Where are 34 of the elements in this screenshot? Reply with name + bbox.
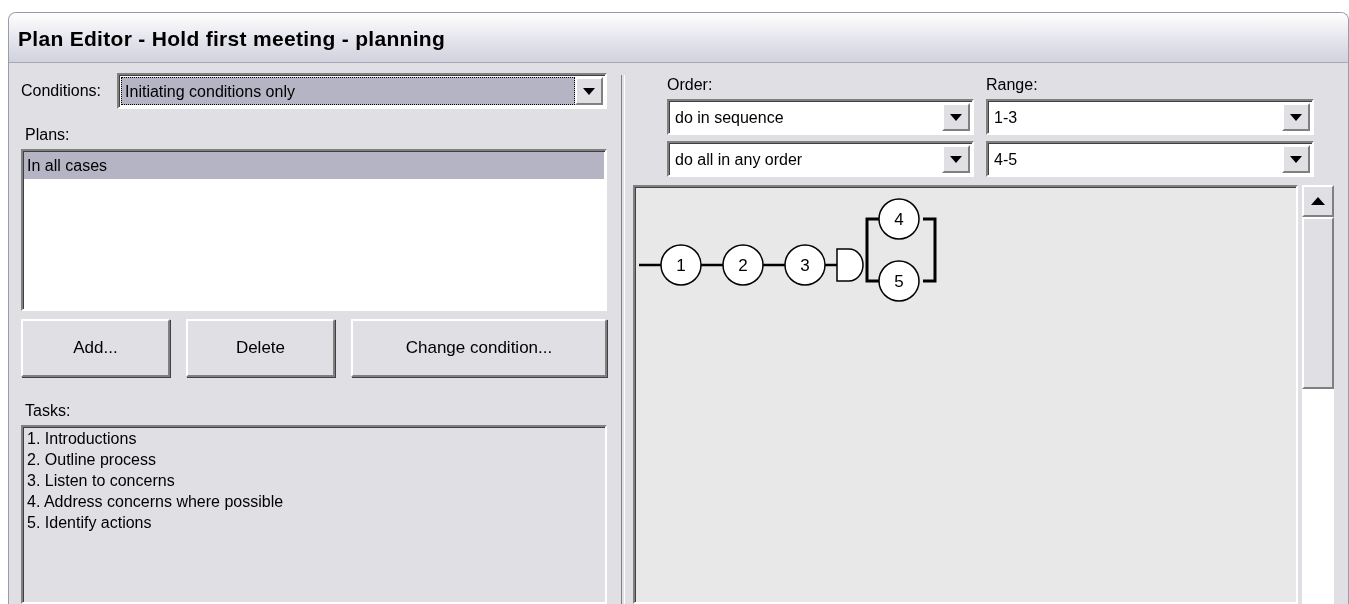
task-node: 2 xyxy=(722,244,764,286)
order-dropdown[interactable]: do in sequence xyxy=(667,99,974,135)
delete-button[interactable]: Delete xyxy=(185,319,335,377)
connector-line xyxy=(701,263,723,267)
plans-label: Plans: xyxy=(25,125,71,145)
connector-line xyxy=(763,263,785,267)
task-node: 3 xyxy=(784,244,826,286)
range-label: Range: xyxy=(986,75,1039,95)
scroll-thumb[interactable] xyxy=(1302,217,1334,389)
dropdown-arrow-icon xyxy=(1290,155,1302,163)
up-arrow-icon xyxy=(1311,197,1325,205)
order-label: Order: xyxy=(667,75,714,95)
order-dropdown[interactable]: do all in any order xyxy=(667,141,974,177)
change-condition-button[interactable]: Change condition... xyxy=(350,319,607,377)
connector-line xyxy=(639,263,661,267)
dropdown-arrow-icon xyxy=(583,87,595,95)
dropdown-arrow-icon xyxy=(950,155,962,163)
task-node: 5 xyxy=(878,260,920,302)
tasks-label: Tasks: xyxy=(25,401,72,421)
task-node: 4 xyxy=(878,198,920,240)
dropdown-arrow-icon xyxy=(1290,113,1302,121)
dropdown-arrow-icon xyxy=(950,113,962,121)
range-dropdown[interactable]: 1-3 xyxy=(986,99,1314,135)
task-node: 1 xyxy=(660,244,702,286)
plans-list[interactable]: In all cases xyxy=(21,149,607,311)
scroll-up-button[interactable] xyxy=(1302,185,1334,217)
conditions-dropdown[interactable]: Initiating conditions only xyxy=(117,73,607,109)
vertical-scrollbar[interactable] xyxy=(1302,185,1334,604)
plan-item[interactable]: In all cases xyxy=(24,152,604,179)
range-dropdown[interactable]: 4-5 xyxy=(986,141,1314,177)
conditions-label: Conditions: xyxy=(21,81,102,101)
and-gate-icon xyxy=(836,248,864,282)
add-button[interactable]: Add... xyxy=(21,319,170,377)
window-title: Plan Editor - Hold first meeting - planning xyxy=(9,13,1348,63)
